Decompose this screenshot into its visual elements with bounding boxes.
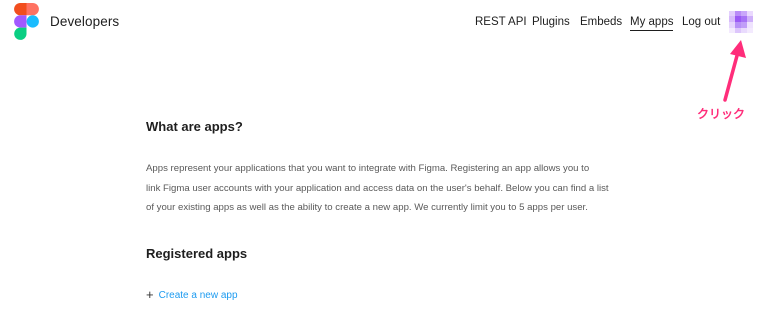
nav-plugins[interactable]: Plugins xyxy=(532,16,570,28)
plus-icon: + xyxy=(146,287,154,302)
apps-description: Apps represent your applications that yo… xyxy=(146,159,646,218)
create-new-app-label: Create a new app xyxy=(158,290,238,301)
top-nav: REST API Plugins Embeds My apps Log out xyxy=(0,16,768,32)
nav-log-out[interactable]: Log out xyxy=(682,16,720,28)
section-title-what-are-apps: What are apps? xyxy=(146,119,243,134)
description-line: Apps represent your applications that yo… xyxy=(146,163,590,174)
nav-embeds[interactable]: Embeds xyxy=(580,16,622,28)
nav-rest-api[interactable]: REST API xyxy=(475,16,527,28)
create-new-app-link[interactable]: + Create a new app xyxy=(146,286,238,302)
section-title-registered-apps: Registered apps xyxy=(146,246,248,261)
header: Developers REST API Plugins Embeds My ap… xyxy=(0,0,768,44)
description-line: link Figma user accounts with your appli… xyxy=(146,182,609,194)
annotation-label: クリック xyxy=(697,107,746,121)
annotation-arrow-icon xyxy=(723,40,746,102)
user-avatar[interactable] xyxy=(729,11,753,33)
page: Developers REST API Plugins Embeds My ap… xyxy=(0,0,768,318)
description-line: of your existing apps as well as the abi… xyxy=(146,202,588,213)
nav-my-apps[interactable]: My apps xyxy=(630,16,674,31)
